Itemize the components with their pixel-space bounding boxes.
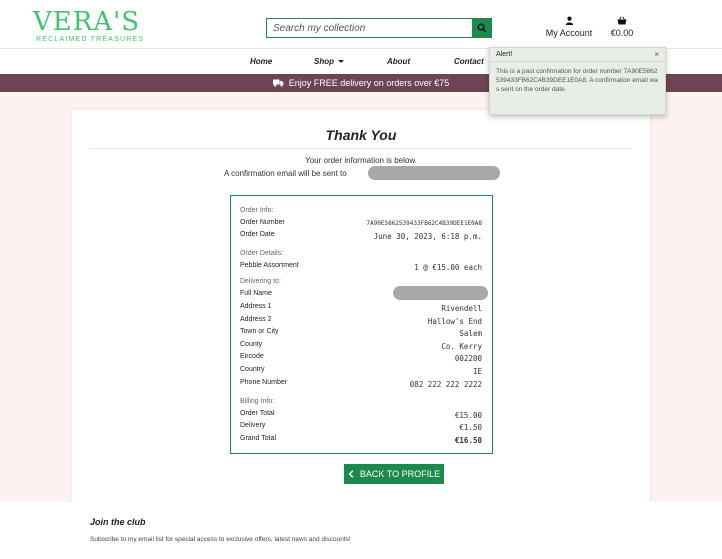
chevron-left-icon <box>348 470 354 478</box>
redacted-full-name <box>393 286 488 300</box>
search-icon <box>477 23 486 33</box>
item-quantity: 1 @ €15.00 each <box>414 263 482 272</box>
search-button[interactable] <box>472 19 491 37</box>
order-total-value: €15.00 <box>454 411 482 420</box>
my-account-label: My Account <box>545 28 593 38</box>
town-label: Town or City <box>240 328 279 335</box>
item-name: Pebble Assortment <box>240 262 299 269</box>
phone-value: 082 222 222 2222 <box>409 380 482 389</box>
close-icon[interactable]: × <box>654 50 659 59</box>
search-input[interactable] <box>267 19 472 37</box>
address2-label: Address 2 <box>240 316 272 323</box>
logo[interactable]: VERA'S RECLAIMED TREASURES <box>33 7 145 43</box>
newsletter-text: Subscribe to my email list for special a… <box>90 536 351 543</box>
delivering-heading: Delivering to: <box>240 278 281 285</box>
grand-total-value: €16.50 <box>454 436 482 445</box>
country-value: IE <box>472 367 482 376</box>
banner-text: Enjoy FREE delivery on orders over €75 <box>288 78 450 88</box>
basket-icon <box>617 16 627 25</box>
logo-name: VERA'S <box>33 7 141 37</box>
cart-link[interactable]: €0.00 <box>606 16 638 38</box>
address2-value: Hallow's End <box>427 317 482 326</box>
town-value: Salem <box>459 329 482 338</box>
phone-label: Phone Number <box>240 379 288 386</box>
truck-icon <box>272 79 284 87</box>
alert-message: This is a past confirmation for order nu… <box>496 68 658 93</box>
address1-label: Address 1 <box>240 303 272 310</box>
county-value: Co. Kerry <box>441 342 482 351</box>
email-notice: A confirmation email will be sent to <box>224 169 347 178</box>
nav-shop-label: Shop <box>314 57 334 66</box>
cart-total: €0.00 <box>610 28 634 38</box>
county-label: County <box>240 341 263 348</box>
delivery-value: €1.50 <box>459 423 482 432</box>
nav-home[interactable]: Home <box>250 57 272 66</box>
back-to-profile-label: BACK TO PROFILE <box>359 469 441 479</box>
order-number-label: Order Number <box>240 219 285 226</box>
search-bar <box>266 18 492 38</box>
order-summary: Order Info: Order Number 7A90E5862539433… <box>230 195 493 454</box>
back-to-profile-button[interactable]: BACK TO PROFILE <box>344 464 444 484</box>
nav-contact[interactable]: Contact <box>454 57 484 66</box>
delivery-label: Delivery <box>240 422 266 429</box>
order-number-value: 7A90E5862539433FB62C4B39DEE1E0A8 <box>366 220 482 227</box>
alert-title: Alert! <box>496 51 513 58</box>
order-total-label: Order Total <box>240 410 275 417</box>
alert-toast: Alert! × This is a past confirmation for… <box>489 47 666 115</box>
address1-value: Rivendell <box>441 304 482 313</box>
nav-shop[interactable]: Shop <box>314 57 344 66</box>
intro-text: Your order information is below. <box>305 156 417 165</box>
caret-down-icon <box>338 60 344 64</box>
my-account-link[interactable]: My Account <box>541 16 597 38</box>
order-details-heading: Order Details: <box>240 250 284 257</box>
grand-total-label: Grand Total <box>240 435 277 442</box>
newsletter-title: Join the club <box>90 517 146 527</box>
redacted-email <box>368 166 500 180</box>
site-footer: Join the club Subscribe to my email list… <box>0 502 722 559</box>
eircode-value: 002200 <box>454 354 482 363</box>
alert-header: Alert! × <box>490 48 665 62</box>
eircode-label: Eircode <box>240 353 264 360</box>
order-date-label: Order Date <box>240 231 275 238</box>
page-title: Thank You <box>325 127 397 143</box>
confirmation-card: Thank You Your order information is belo… <box>72 110 650 502</box>
divider <box>90 148 632 149</box>
billing-heading: Billing Info: <box>240 398 275 405</box>
full-name-label: Full Name <box>240 290 272 297</box>
logo-tagline: RECLAIMED TREASURES <box>36 36 145 43</box>
order-info-heading: Order Info: <box>240 207 274 214</box>
site-header: VERA'S RECLAIMED TREASURES My Account <box>0 0 722 48</box>
user-icon <box>565 16 573 25</box>
country-label: Country <box>240 366 265 373</box>
order-date-value: June 30, 2023, 6:18 p.m. <box>373 232 482 241</box>
nav-about[interactable]: About <box>387 57 410 66</box>
